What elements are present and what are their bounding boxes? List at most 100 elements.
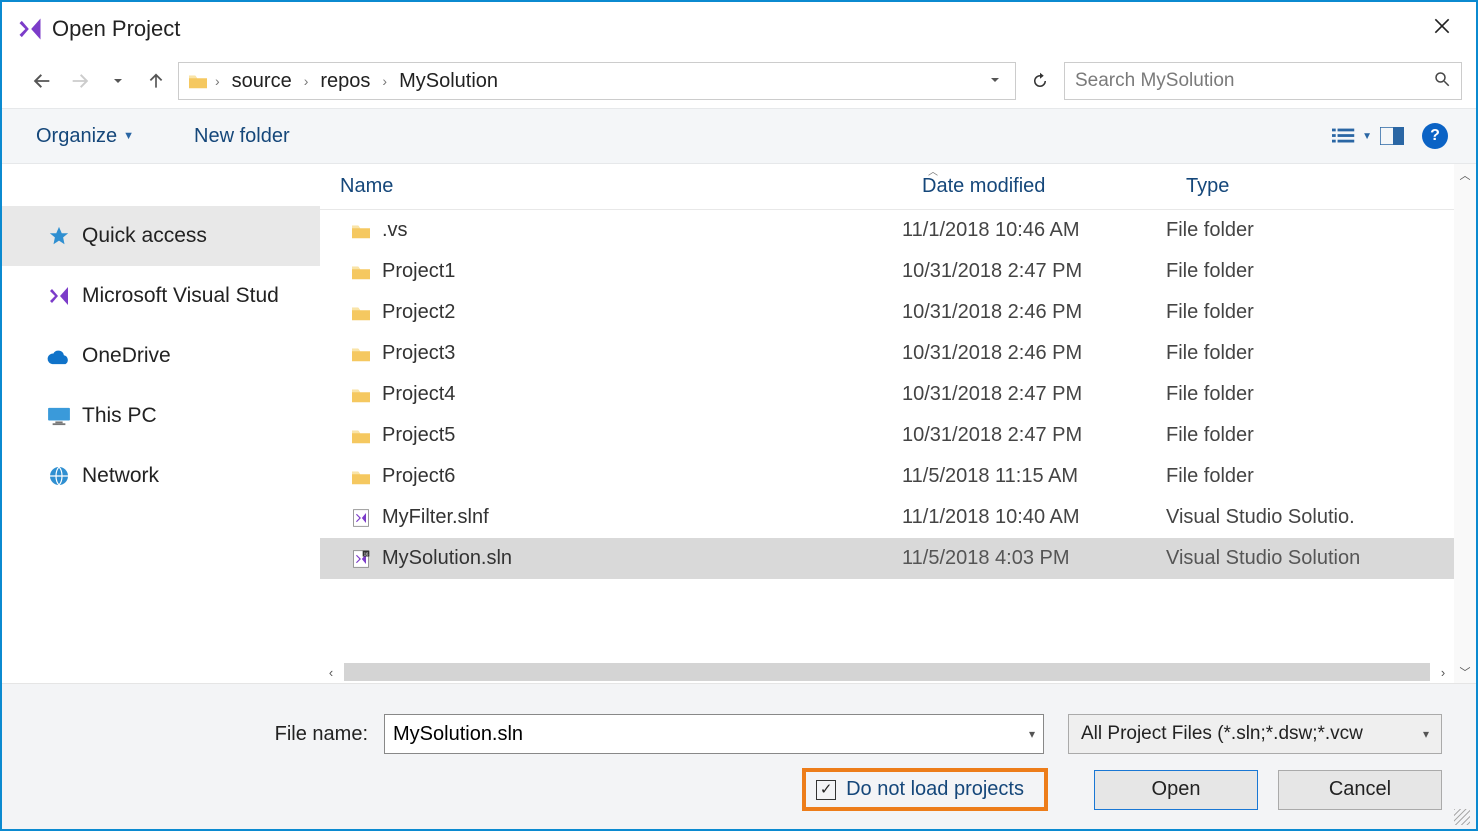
file-name-label: File name: <box>264 723 374 746</box>
folder-icon <box>350 385 372 405</box>
breadcrumb-dropdown[interactable] <box>989 74 1007 89</box>
column-header-name[interactable]: Name <box>320 175 902 198</box>
folder-icon <box>187 72 209 90</box>
column-header-date[interactable]: Date modified <box>902 175 1166 198</box>
network-icon <box>46 463 72 489</box>
sidebar-item-onedrive[interactable]: OneDrive <box>2 326 320 386</box>
chevron-right-icon: › <box>215 73 220 89</box>
nav-bar: › source › repos › MySolution <box>2 56 1476 108</box>
file-date: 10/31/2018 2:46 PM <box>902 342 1166 365</box>
file-name: MySolution.sln <box>382 547 512 570</box>
sort-indicator-icon: ︿ <box>928 163 938 178</box>
horizontal-scrollbar[interactable]: ‹ › <box>320 661 1454 683</box>
file-type: File folder <box>1166 342 1454 365</box>
search-box[interactable] <box>1064 62 1462 100</box>
do-not-load-projects-option: ✓ Do not load projects <box>802 768 1048 811</box>
file-type-filter[interactable]: All Project Files (*.sln;*.dsw;*.vcw ▾ <box>1068 714 1442 754</box>
onedrive-icon <box>46 343 72 369</box>
sidebar-item-quick-access[interactable]: Quick access <box>2 206 320 266</box>
refresh-button[interactable] <box>1022 62 1058 100</box>
file-type: File folder <box>1166 465 1454 488</box>
file-type: Visual Studio Solution <box>1166 547 1454 570</box>
quick-access-icon <box>46 223 72 249</box>
vertical-scrollbar[interactable]: ︿ ﹀ <box>1454 164 1476 683</box>
checkmark-icon: ✓ <box>820 782 833 797</box>
folder-icon <box>350 303 372 323</box>
chevron-down-icon: ▼ <box>123 130 134 142</box>
breadcrumb-bar[interactable]: › source › repos › MySolution <box>178 62 1016 100</box>
file-date: 11/5/2018 11:15 AM <box>902 465 1166 488</box>
file-row[interactable]: Project210/31/2018 2:46 PMFile folder <box>320 292 1454 333</box>
toolbar: Organize ▼ New folder ▼ ? <box>2 108 1476 164</box>
scroll-right-button[interactable]: › <box>1432 665 1454 680</box>
view-options-button[interactable]: ▼ <box>1332 119 1372 153</box>
help-icon: ? <box>1430 127 1440 145</box>
file-name-input[interactable] <box>393 723 1029 746</box>
resize-grip[interactable] <box>1454 809 1470 825</box>
folder-icon <box>350 467 372 487</box>
scroll-up-button[interactable]: ︿ <box>1454 164 1476 186</box>
sidebar-item-vs[interactable]: Microsoft Visual Stud <box>2 266 320 326</box>
do-not-load-projects-checkbox[interactable]: ✓ <box>816 780 836 800</box>
sidebar-item-label: OneDrive <box>82 344 171 368</box>
search-icon[interactable] <box>1433 70 1451 93</box>
file-row[interactable]: Project110/31/2018 2:47 PMFile folder <box>320 251 1454 292</box>
chevron-down-icon: ▼ <box>1362 131 1372 142</box>
file-date: 10/31/2018 2:47 PM <box>902 383 1166 406</box>
breadcrumb-item[interactable]: repos <box>314 70 376 93</box>
new-folder-button[interactable]: New folder <box>188 121 296 152</box>
sidebar-item-label: Network <box>82 464 159 488</box>
open-button-label: Open <box>1152 778 1201 801</box>
do-not-load-projects-label[interactable]: Do not load projects <box>846 778 1024 801</box>
file-row[interactable]: Project410/31/2018 2:47 PMFile folder <box>320 374 1454 415</box>
preview-pane-icon <box>1380 127 1404 145</box>
recent-locations-button[interactable] <box>102 65 134 97</box>
arrow-up-icon <box>146 71 166 91</box>
file-date: 11/1/2018 10:46 AM <box>902 219 1166 242</box>
close-button[interactable] <box>1422 16 1462 42</box>
file-type: File folder <box>1166 424 1454 447</box>
file-type: File folder <box>1166 301 1454 324</box>
scrollbar-track[interactable] <box>344 663 1430 681</box>
search-input[interactable] <box>1075 70 1433 92</box>
sidebar-item-label: This PC <box>82 404 157 428</box>
back-button[interactable] <box>26 65 58 97</box>
sidebar-item-network[interactable]: Network <box>2 446 320 506</box>
file-name-field-wrap[interactable]: ▾ <box>384 714 1044 754</box>
scroll-down-button[interactable]: ﹀ <box>1454 661 1476 683</box>
column-header-type[interactable]: Type <box>1166 175 1454 198</box>
file-row[interactable]: Project6 11/5/2018 11:15 AMFile folder <box>320 456 1454 497</box>
chevron-down-icon <box>989 74 1001 86</box>
close-icon <box>1432 16 1452 36</box>
file-type: File folder <box>1166 383 1454 406</box>
open-button[interactable]: Open <box>1094 770 1258 810</box>
arrow-right-icon <box>69 70 91 92</box>
forward-button[interactable] <box>64 65 96 97</box>
file-row[interactable]: MyFilter.slnf11/1/2018 10:40 AMVisual St… <box>320 497 1454 538</box>
file-row[interactable]: Project310/31/2018 2:46 PMFile folder <box>320 333 1454 374</box>
chevron-right-icon: › <box>382 73 387 89</box>
organize-menu[interactable]: Organize ▼ <box>30 121 140 152</box>
scroll-left-button[interactable]: ‹ <box>320 665 342 680</box>
help-button[interactable]: ? <box>1422 123 1448 149</box>
chevron-right-icon: › <box>304 73 309 89</box>
chevron-down-icon: ▾ <box>1423 727 1429 741</box>
up-button[interactable] <box>140 65 172 97</box>
folder-icon <box>350 262 372 282</box>
sidebar-item-pc[interactable]: This PC <box>2 386 320 446</box>
arrow-left-icon <box>31 70 53 92</box>
file-row[interactable]: Project510/31/2018 2:47 PMFile folder <box>320 415 1454 456</box>
file-name: Project6 <box>382 465 455 488</box>
file-pane: ︿ Name Date modified Type .vs11/1/2018 1… <box>320 164 1476 683</box>
cancel-button[interactable]: Cancel <box>1278 770 1442 810</box>
breadcrumb-item[interactable]: MySolution <box>393 70 504 93</box>
cancel-button-label: Cancel <box>1329 778 1391 801</box>
sidebar-item-label: Microsoft Visual Stud <box>82 284 279 308</box>
dialog-title: Open Project <box>52 16 1422 42</box>
preview-pane-button[interactable] <box>1372 119 1412 153</box>
breadcrumb-item[interactable]: source <box>226 70 298 93</box>
file-row[interactable]: .vs11/1/2018 10:46 AMFile folder <box>320 210 1454 251</box>
chevron-down-icon[interactable]: ▾ <box>1029 727 1035 741</box>
chevron-down-icon <box>112 75 124 87</box>
file-row[interactable]: 16MySolution.sln11/5/2018 4:03 PMVisual … <box>320 538 1454 579</box>
